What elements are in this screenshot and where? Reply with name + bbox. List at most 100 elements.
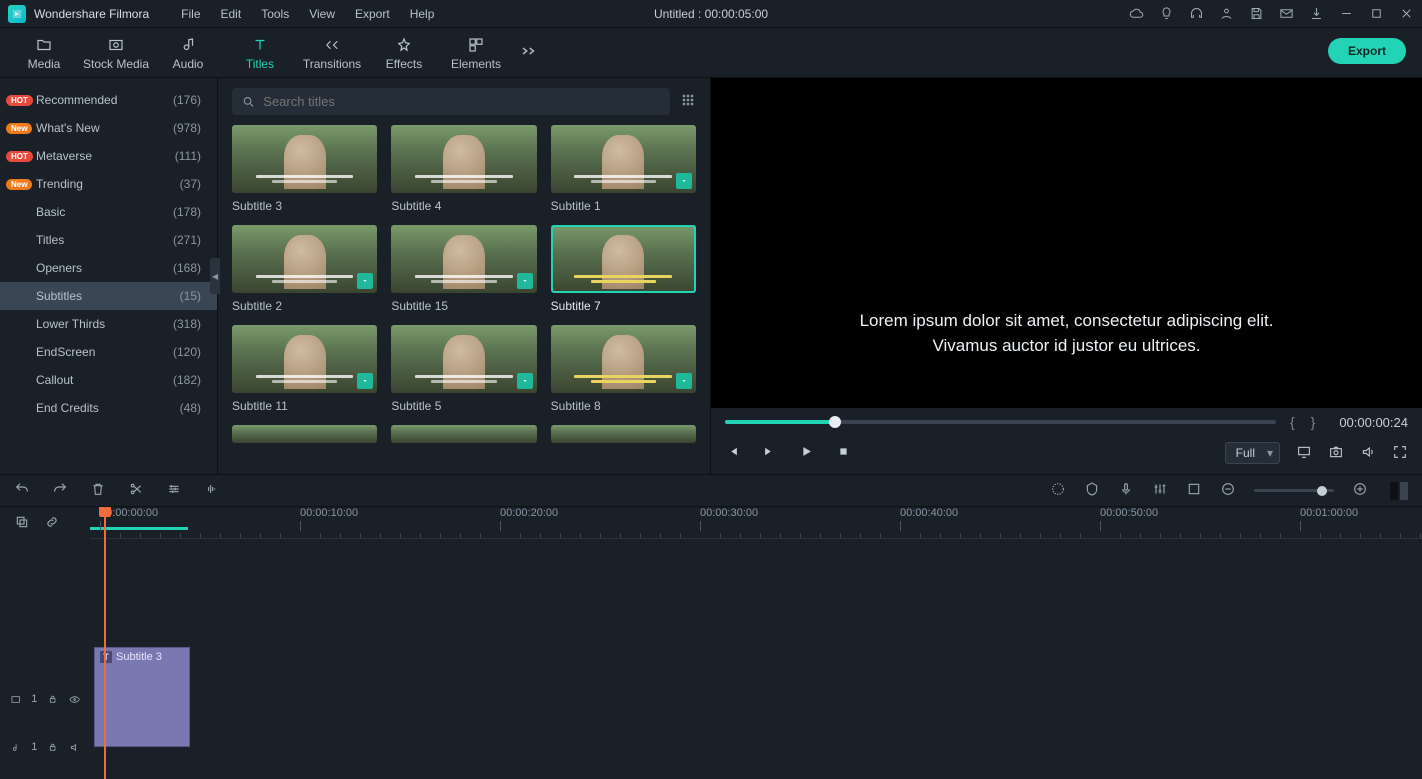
render-icon[interactable] [1050,481,1066,500]
quality-select[interactable]: Full [1225,442,1280,464]
sidebar-item-metaverse[interactable]: HOTMetaverse(111) [0,142,217,170]
sidebar-item-label: Recommended [36,93,117,107]
sidebar-item-openers[interactable]: Openers(168) [0,254,217,282]
sidebar-item-titles[interactable]: Titles (271) [0,226,217,254]
sidebar-item-trending[interactable]: NewTrending(37) [0,170,217,198]
ribbon-tab-stockmedia[interactable]: Stock Media [80,31,152,75]
sidebar-item-count: (178) [173,205,201,219]
menu-view[interactable]: View [301,3,343,25]
sidebar-item-subtitles[interactable]: Subtitles(15) [0,282,217,310]
menu-help[interactable]: Help [402,3,443,25]
marker-in-icon[interactable]: { [1290,414,1297,430]
mic-icon[interactable] [1118,481,1134,500]
play-icon[interactable] [799,444,814,462]
download-badge-icon[interactable] [676,173,692,189]
maximize-icon[interactable] [1368,6,1384,22]
crop-icon[interactable] [1186,481,1202,500]
ruler-tick: 00:00:30:00 [700,507,758,519]
menu-edit[interactable]: Edit [213,3,250,25]
split-icon[interactable] [128,481,144,500]
download-badge-icon[interactable] [357,373,373,389]
display-icon[interactable] [1296,444,1312,463]
app-name: Wondershare Filmora [34,7,149,21]
export-button[interactable]: Export [1328,38,1406,64]
sidebar-item-callout[interactable]: Callout(182) [0,366,217,394]
ribbon-tab-titles[interactable]: Titles [224,31,296,75]
ribbon-tab-media[interactable]: Media [8,31,80,75]
adjust-icon[interactable] [166,481,182,500]
ribbon-more-icon[interactable] [520,45,538,60]
volume-icon[interactable] [1360,444,1376,463]
menubar: File Edit Tools View Export Help [173,3,442,25]
title-tile[interactable]: Subtitle 7 [551,225,696,313]
marker-icon[interactable] [1084,481,1100,500]
search-input-wrap[interactable] [232,88,670,115]
preview-scrubber[interactable] [725,420,1276,424]
ribbon-tab-transitions[interactable]: Transitions [296,31,368,75]
title-tile[interactable]: Subtitle 15 [391,225,536,313]
download-badge-icon[interactable] [517,373,533,389]
zoom-out-icon[interactable] [1220,481,1236,500]
bulb-icon[interactable] [1158,6,1174,22]
sidebar-item-label: Basic [36,205,65,219]
undo-icon[interactable] [14,481,30,500]
zoom-slider[interactable] [1254,489,1334,492]
marker-out-icon[interactable]: } [1311,414,1318,430]
copy-icon[interactable] [14,514,30,533]
download-badge-icon[interactable] [676,373,692,389]
timeline-body[interactable]: 00:00:00:0000:00:10:0000:00:20:0000:00:3… [90,507,1422,779]
next-frame-icon[interactable] [762,444,777,462]
save-icon[interactable] [1248,6,1264,22]
timeline-clip[interactable]: TSubtitle 3 [94,647,190,747]
sidebar-item-basic[interactable]: Basic (178) [0,198,217,226]
ribbon: Media Stock Media Audio Titles Transitio… [0,28,1422,78]
menu-export[interactable]: Export [347,3,398,25]
link-icon[interactable] [44,514,60,533]
delete-icon[interactable] [90,481,106,500]
mail-icon[interactable] [1278,6,1294,22]
ribbon-tab-effects[interactable]: Effects [368,31,440,75]
panel-toggle-icon[interactable] [1390,482,1408,500]
sidebar-item-recommended[interactable]: HOTRecommended(176) [0,86,217,114]
minimize-icon[interactable] [1338,6,1354,22]
sidebar-item-label: Titles [36,233,64,247]
sidebar-item-lower-thirds[interactable]: Lower Thirds(318) [0,310,217,338]
sidebar-item-end-credits[interactable]: End Credits(48) [0,394,217,422]
mixer-icon[interactable] [1152,481,1168,500]
download-badge-icon[interactable] [357,273,373,289]
title-tile[interactable]: Subtitle 4 [391,125,536,213]
ribbon-tab-elements[interactable]: Elements [440,31,512,75]
download-badge-icon[interactable] [517,273,533,289]
ribbon-tab-audio[interactable]: Audio [152,31,224,75]
menu-tools[interactable]: Tools [253,3,297,25]
grid-view-icon[interactable] [680,92,696,111]
stop-icon[interactable] [836,444,851,462]
menu-file[interactable]: File [173,3,208,25]
title-tile[interactable]: Subtitle 2 [232,225,377,313]
sidebar-item-what-s-new[interactable]: NewWhat's New(978) [0,114,217,142]
video-track-head[interactable]: 1 [0,675,90,723]
title-tile[interactable]: Subtitle 3 [232,125,377,213]
timeline-ruler[interactable]: 00:00:00:0000:00:10:0000:00:20:0000:00:3… [90,507,1422,539]
account-icon[interactable] [1218,6,1234,22]
audio-wave-icon[interactable] [204,481,220,500]
sidebar-item-count: (271) [173,233,201,247]
download-icon[interactable] [1308,6,1324,22]
playhead[interactable] [104,507,106,779]
fullscreen-icon[interactable] [1392,444,1408,463]
prev-frame-icon[interactable] [725,444,740,462]
sidebar-item-endscreen[interactable]: EndScreen(120) [0,338,217,366]
audio-track-head[interactable]: 1 [0,723,90,771]
title-tile[interactable]: Subtitle 11 [232,325,377,413]
search-input[interactable] [263,94,660,109]
headset-icon[interactable] [1188,6,1204,22]
cloud-icon[interactable] [1128,6,1144,22]
redo-icon[interactable] [52,481,68,500]
title-tile[interactable]: Subtitle 1 [551,125,696,213]
title-tile[interactable]: Subtitle 5 [391,325,536,413]
collapse-handle-icon[interactable]: ◂ [210,258,220,294]
close-icon[interactable] [1398,6,1414,22]
title-tile[interactable]: Subtitle 8 [551,325,696,413]
zoom-in-icon[interactable] [1352,481,1368,500]
snapshot-icon[interactable] [1328,444,1344,463]
